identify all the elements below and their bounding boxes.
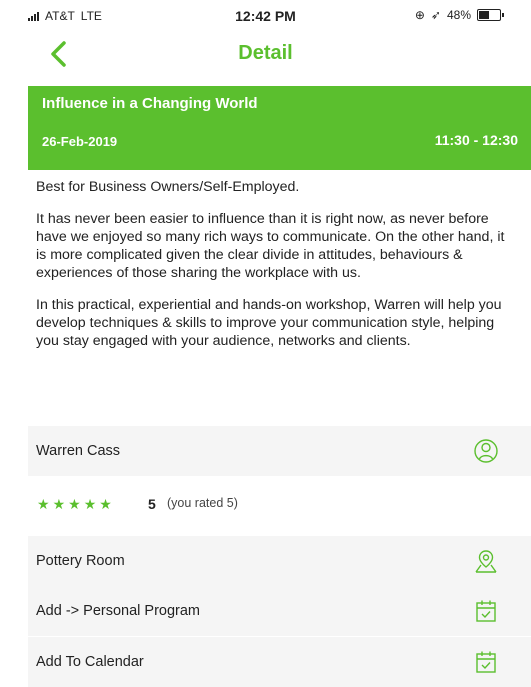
- status-right: ⊕ ➶ 48%: [414, 8, 504, 22]
- rating-note: (you rated 5): [167, 496, 238, 510]
- star-icon[interactable]: ★: [53, 496, 66, 513]
- speaker-name: Warren Cass: [36, 443, 121, 459]
- add-calendar-row[interactable]: Add To Calendar: [28, 637, 531, 687]
- location-row[interactable]: Pottery Room: [28, 536, 531, 586]
- star-icon[interactable]: ★: [84, 496, 97, 513]
- orientation-lock-icon: ⊕: [414, 8, 425, 22]
- description-paragraph: It has never been easier to influence th…: [36, 211, 505, 281]
- page-title: Detail: [238, 42, 293, 64]
- battery-percent: 48%: [446, 8, 471, 22]
- map-pin-icon: [474, 548, 498, 574]
- add-program-label: Add -> Personal Program: [36, 603, 201, 619]
- nav-bar: Detail: [0, 30, 531, 78]
- event-time: 11:30 - 12:30: [434, 132, 518, 148]
- event-header: Influence in a Changing World 26-Feb-201…: [28, 86, 531, 170]
- location-label: Pottery Room: [36, 553, 125, 569]
- battery-icon: [477, 9, 504, 21]
- description-paragraph: In this practical, experiential and hand…: [36, 297, 502, 349]
- star-icon[interactable]: ★: [37, 496, 50, 513]
- event-title: Influence in a Changing World: [42, 95, 258, 112]
- event-description: Best for Business Owners/Self-Employed. …: [36, 178, 506, 364]
- star-icon[interactable]: ★: [68, 496, 81, 513]
- add-calendar-label: Add To Calendar: [36, 654, 144, 670]
- rating-value: 5: [148, 496, 156, 512]
- calendar-check-icon: [474, 598, 498, 624]
- speaker-row[interactable]: Warren Cass: [28, 426, 531, 476]
- calendar-check-icon: [474, 649, 498, 675]
- star-rating[interactable]: ★ ★ ★ ★ ★: [37, 496, 112, 513]
- rating-row: ★ ★ ★ ★ ★ 5 (you rated 5): [28, 481, 531, 531]
- star-icon[interactable]: ★: [99, 496, 112, 513]
- event-date: 26-Feb-2019: [42, 134, 118, 149]
- add-program-row[interactable]: Add -> Personal Program: [28, 586, 531, 636]
- person-icon: [474, 438, 498, 464]
- location-arrow-icon: ➶: [430, 8, 441, 22]
- battery-fill: [479, 11, 489, 19]
- status-bar: AT&T LTE 12:42 PM ⊕ ➶ 48%: [0, 0, 531, 30]
- audience-text: Best for Business Owners/Self-Employed.: [36, 179, 300, 195]
